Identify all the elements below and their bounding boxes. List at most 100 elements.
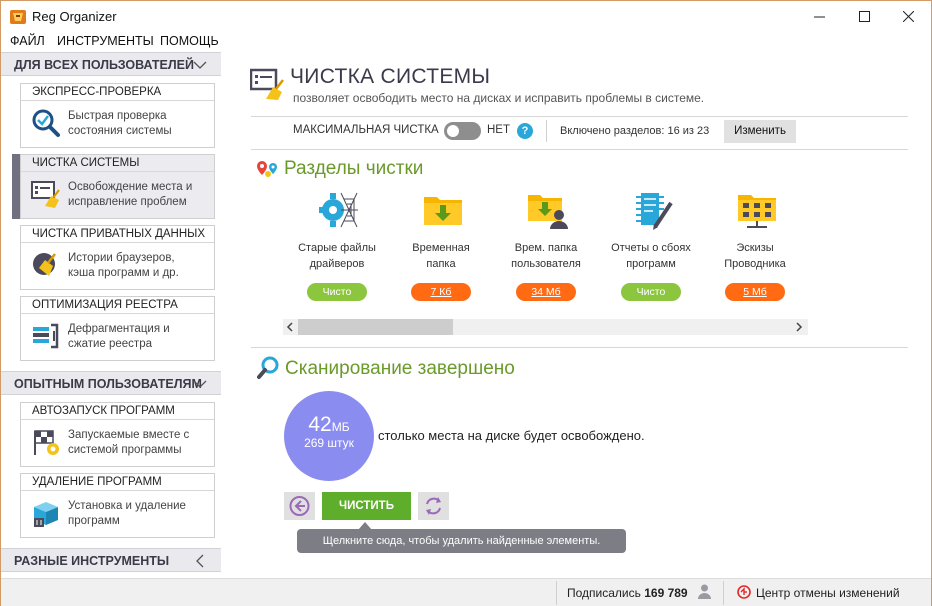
scroll-right-arrow-icon[interactable] [795,322,803,332]
crash-report-icon [636,193,673,230]
scrollbar-thumb[interactable] [298,319,453,335]
sidebar-item-title: ЧИСТКА СИСТЕМЫ [21,155,214,172]
sidebar-item-express-check[interactable]: ЭКСПРЕСС-ПРОВЕРКА Быстрая проверка состоя… [20,83,215,148]
sections-title: Разделы чистки [284,158,424,179]
category-crash-reports[interactable]: Отчеты о сбоях программ Чисто [596,189,706,301]
refresh-icon [426,497,441,515]
autostart-flag-icon [34,430,59,455]
menu-tools[interactable]: ИНСТРУМЕНТЫ [57,34,154,48]
scan-complete-title: Сканирование завершено [285,358,515,379]
sidebar-item-private-data[interactable]: ЧИСТКА ПРИВАТНЫХ ДАННЫХ Истории браузеро… [20,225,215,290]
category-temp-folder[interactable]: Временная папка 7 Кб [386,189,496,301]
subscribers-link[interactable]: Подписались 169 789 [567,586,688,600]
category-label: пользователя [511,258,581,270]
category-label: Временная [412,242,470,254]
divider [251,149,908,150]
sidebar-item-title: УДАЛЕНИЕ ПРОГРАММ [21,474,214,491]
sidebar-item-desc: Быстрая проверка [68,110,167,122]
active-item-indicator [12,154,20,219]
sidebar-group-all-users[interactable]: ДЛЯ ВСЕХ ПОЛЬЗОВАТЕЛЕЙ [1,52,221,76]
map-pins-icon [257,161,277,177]
category-label: драйверов [309,258,365,270]
sidebar-item-autostart[interactable]: АВТОЗАПУСК ПРОГРАММ Запускаемые вместе с… [20,402,215,467]
app-logo-icon [10,10,26,24]
sidebar-item-desc: Дефрагментация и [68,323,170,335]
sidebar-item-desc: Истории браузеров, [68,252,175,264]
page-title: ЧИСТКА СИСТЕМЫ [290,65,491,88]
gear-web-icon [319,192,358,228]
chevron-left-icon [196,554,204,568]
close-button[interactable] [885,1,931,32]
subscribers-label: Подписались [567,586,641,600]
magnifier-check-icon [32,109,60,137]
system-cleanup-header-icon [250,68,284,100]
sidebar-item-desc: программ [68,515,120,527]
sidebar-item-desc: Освобождение места и [68,181,193,193]
sidebar-item-system-cleanup[interactable]: ЧИСТКА СИСТЕМЫ Освобождение места и испра… [20,154,215,219]
minimize-button[interactable] [796,1,842,32]
subscribers-count: 169 789 [644,586,688,600]
rescan-button[interactable] [418,492,449,520]
sidebar-item-desc: сжатие реестра [68,338,152,350]
clean-button[interactable]: ЧИСТИТЬ [322,492,411,520]
chevron-down-icon [193,61,207,69]
temp-folder-icon [424,197,462,225]
sidebar-item-title: ЭКСПРЕСС-ПРОВЕРКА [21,84,214,101]
clean-tooltip: Щелкните сюда, чтобы удалить найденные э… [297,529,626,553]
status-badge-link[interactable]: 7 Кб [411,283,471,301]
status-badge-link[interactable]: 5 Мб [725,283,785,301]
sidebar-item-registry-optimization[interactable]: ОПТИМИЗАЦИЯ РЕЕСТРА Дефрагментация и сжат… [20,296,215,361]
sidebar-group-label: РАЗНЫЕ ИНСТРУМЕНТЫ [14,554,170,568]
help-icon[interactable]: ? [517,123,533,139]
freed-space-circle: 42МБ 269 штук [284,391,374,481]
category-label: Врем. папка [514,242,578,254]
category-explorer-thumbnails[interactable]: Эскизы Проводника 5 Мб [700,189,810,301]
category-user-temp-folder[interactable]: Врем. папка пользователя 34 Мб [491,189,601,301]
change-sections-button[interactable]: Изменить [724,120,796,143]
sidebar-item-title: ЧИСТКА ПРИВАТНЫХ ДАННЫХ [21,226,214,243]
scroll-left-arrow-icon[interactable] [286,322,294,332]
category-label: Отчеты о сбоях [611,242,691,254]
sections-enabled-label: Включено разделов: 16 из 23 [560,125,710,137]
sidebar-item-desc: состояния системы [68,125,172,137]
sidebar-group-misc-tools[interactable]: РАЗНЫЕ ИНСТРУМЕНТЫ [1,548,221,572]
app-window: Reg Organizer ФАЙЛ ИНСТРУМЕНТЫ ПОМОЩЬ ДЛ… [0,0,932,606]
toggle-state-label: НЕТ [487,124,510,136]
status-badge: Чисто [307,283,367,301]
user-folder-icon [528,195,568,229]
uninstall-box-icon [34,502,58,527]
thumbnails-folder-icon [738,195,776,228]
undo-center-link[interactable]: Центр отмены изменений [756,586,900,600]
category-label: программ [626,258,676,270]
items-count: 269 штук [304,436,354,450]
divider [251,347,908,348]
result-description: столько места на диске будет освобождено… [378,428,645,443]
window-title: Reg Organizer [32,9,117,24]
category-old-driver-files[interactable]: Старые файлы драйверов Чисто [282,189,392,301]
divider [251,116,908,117]
divider [546,120,547,142]
status-badge-link[interactable]: 34 Мб [516,283,576,301]
arrow-left-circle-icon [289,496,310,516]
back-button[interactable] [284,492,315,520]
sidebar-item-title: АВТОЗАПУСК ПРОГРАММ [21,403,214,420]
status-badge: Чисто [621,283,681,301]
maximize-button[interactable] [841,1,887,32]
sidebar-group-advanced-users[interactable]: ОПЫТНЫМ ПОЛЬЗОВАТЕЛЯМ [1,371,221,395]
system-cleanup-icon [31,181,60,208]
category-label: Эскизы [736,242,774,254]
chevron-down-icon [193,380,207,388]
sidebar-item-uninstall[interactable]: УДАЛЕНИЕ ПРОГРАММ Установка и удаление пр… [20,473,215,538]
minimize-icon [813,16,825,18]
user-icon [698,584,711,599]
freed-size-value: 42 [308,413,332,436]
menu-help[interactable]: ПОМОЩЬ [160,34,219,48]
registry-compress-icon [33,323,59,349]
divider [723,581,724,605]
title-bar [1,1,931,32]
undo-center-icon [737,585,751,599]
search-icon [257,356,279,379]
freed-size-unit: МБ [331,420,350,434]
menu-file[interactable]: ФАЙЛ [10,34,45,48]
sidebar-group-label: ДЛЯ ВСЕХ ПОЛЬЗОВАТЕЛЕЙ [14,58,194,72]
